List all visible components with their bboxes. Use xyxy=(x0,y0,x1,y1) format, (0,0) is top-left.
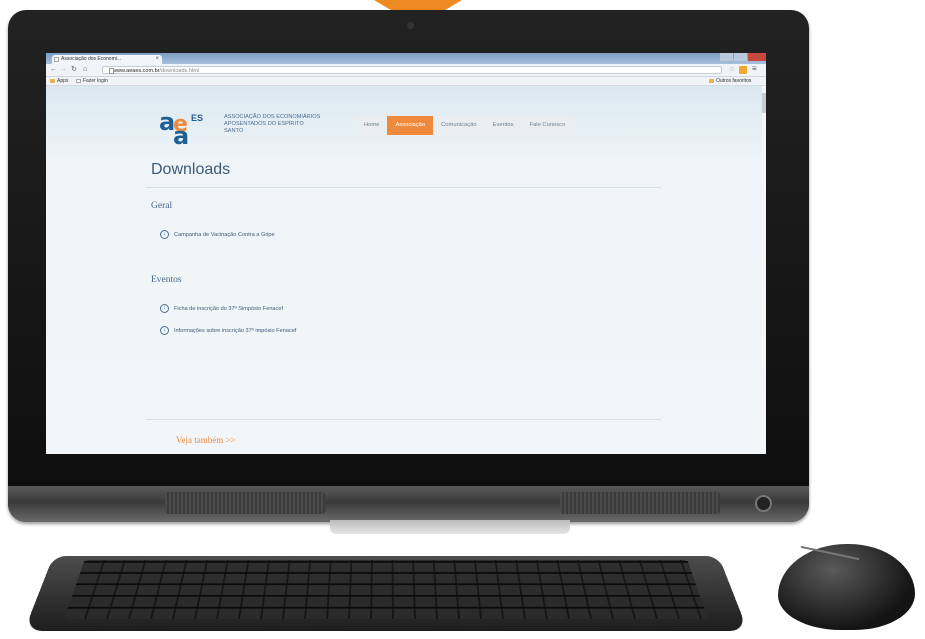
download-arrow-icon: ↓ xyxy=(160,230,169,239)
web-page: a e a ES ASSOCIAÇÃO DOS ECONOMIÁRIOS APO… xyxy=(46,86,766,454)
close-window-button[interactable] xyxy=(748,53,766,61)
bookmark-apps[interactable]: Apps xyxy=(50,77,68,85)
page-icon xyxy=(109,68,114,74)
nav-fale-conosco[interactable]: Fale Conosco xyxy=(522,116,574,135)
download-link[interactable]: ↓ Informações sobre inscrição 37º impósi… xyxy=(160,326,297,336)
download-link[interactable]: ↓ Campanha de Vacinação Contra a Gripe xyxy=(160,230,275,240)
download-link-label: Ficha de inscrição do 37º Simpósio Fenac… xyxy=(174,306,284,312)
section-title-geral: Geral xyxy=(151,201,173,211)
bookmark-apps-label: Apps xyxy=(57,78,69,84)
home-icon[interactable]: ⌂ xyxy=(83,65,87,75)
org-name-line1: ASSOCIAÇÃO DOS ECONOMIÁRIOS xyxy=(224,114,321,120)
monitor-stand xyxy=(330,520,570,534)
tab-title: Associação dos Economi... xyxy=(61,56,122,62)
monitor-screen: Associação dos Economi... × ← → ↻ ⌂ www.… xyxy=(46,53,766,454)
menu-icon[interactable]: ≡ xyxy=(752,64,757,73)
divider xyxy=(146,419,661,420)
browser-tab[interactable]: Associação dos Economi... × xyxy=(52,55,162,64)
download-arrow-icon: ↓ xyxy=(160,304,169,313)
address-bar[interactable]: www.aeaes.com.br/downloads.html xyxy=(102,66,722,74)
bookmark-other[interactable]: Outros favoritos xyxy=(709,77,751,85)
browser-tab-bar: Associação dos Economi... × xyxy=(46,53,766,64)
close-tab-icon[interactable]: × xyxy=(155,55,159,64)
speaker-grille-right xyxy=(560,492,720,514)
speaker-grille-left xyxy=(165,492,325,514)
download-link[interactable]: ↓ Ficha de inscrição do 37º Simpósio Fen… xyxy=(160,304,284,314)
back-arrow-icon[interactable]: ← xyxy=(50,65,57,75)
maximize-button[interactable] xyxy=(734,53,747,61)
folder-icon xyxy=(709,78,714,83)
page-title: Downloads xyxy=(151,161,231,178)
reload-icon[interactable]: ↻ xyxy=(71,65,77,75)
minimize-button[interactable] xyxy=(720,53,733,61)
browser-toolbar: ← → ↻ ⌂ www.aeaes.com.br/downloads.html … xyxy=(46,64,766,77)
window-controls xyxy=(719,53,766,61)
download-link-label: Informações sobre inscrição 37º impósio … xyxy=(174,328,297,334)
section-title-eventos: Eventos xyxy=(151,275,182,285)
power-button xyxy=(755,495,772,512)
url-host: www.aeaes.com.br xyxy=(113,68,160,74)
page-icon xyxy=(76,78,81,83)
extension-icon[interactable] xyxy=(739,66,747,74)
organization-name: ASSOCIAÇÃO DOS ECONOMIÁRIOS APOSENTADOS … xyxy=(224,114,324,135)
logo-letter-a2: a xyxy=(173,122,190,150)
forward-arrow-icon[interactable]: → xyxy=(60,65,67,75)
bookmarks-bar: Apps Fazer login Outros favoritos xyxy=(46,77,766,86)
nav-home[interactable]: Home xyxy=(356,116,387,135)
bookmark-star-icon[interactable]: ☆ xyxy=(729,65,735,73)
see-also-link[interactable]: Veja também >> xyxy=(176,435,236,445)
apps-icon xyxy=(50,78,55,83)
scrollbar-thumb[interactable] xyxy=(762,93,766,113)
keyboard-key-rows xyxy=(64,560,708,619)
main-navigation: Home Associação Comunicação Eventos Fale… xyxy=(356,116,574,135)
url-path: /downloads.html xyxy=(159,68,200,74)
bookmark-login[interactable]: Fazer login xyxy=(76,77,108,85)
org-name-line2: APOSENTADOS DO ESPÍRITO SANTO xyxy=(224,121,304,134)
logo-suffix: ES xyxy=(191,113,204,123)
nav-comunicacao[interactable]: Comunicação xyxy=(433,116,484,135)
bookmark-login-label: Fazer login xyxy=(83,78,108,84)
nav-associacao[interactable]: Associação xyxy=(387,116,434,135)
nav-eventos[interactable]: Eventos xyxy=(485,116,522,135)
download-link-label: Campanha de Vacinação Contra a Gripe xyxy=(174,232,275,238)
keyboard xyxy=(24,545,748,631)
site-logo[interactable]: a e a ES xyxy=(159,108,219,150)
scrollbar[interactable] xyxy=(762,86,766,454)
bookmark-other-label: Outros favoritos xyxy=(716,78,752,84)
download-arrow-icon: ↓ xyxy=(160,326,169,335)
page-icon xyxy=(54,57,59,62)
webcam xyxy=(407,22,414,29)
divider xyxy=(146,187,661,188)
